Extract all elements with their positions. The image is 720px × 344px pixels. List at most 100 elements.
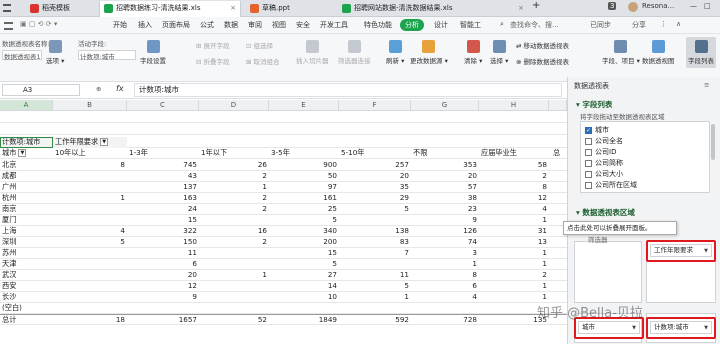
field-checkbox[interactable] xyxy=(585,137,592,145)
col-value-header[interactable]: 1年以下 xyxy=(199,148,269,159)
close-tab-icon[interactable]: × xyxy=(518,1,524,16)
col-header-g[interactable]: G xyxy=(411,100,479,111)
field-item[interactable]: ✓ 城市 xyxy=(585,125,609,135)
total-label-cell[interactable]: 总计 xyxy=(0,315,53,326)
tab-draft-ppt[interactable]: 草稿.ppt xyxy=(246,1,334,17)
count-cell[interactable]: 2 xyxy=(199,237,269,248)
count-cell[interactable]: 200 xyxy=(269,237,339,248)
count-cell[interactable] xyxy=(269,303,339,314)
sync-status[interactable]: 已同步 xyxy=(590,20,611,30)
count-cell[interactable]: 3 xyxy=(411,248,479,259)
count-cell[interactable]: 5 xyxy=(339,204,411,215)
pivot-data-row[interactable]: 杭州 1 163 2 161 29 38 12 xyxy=(0,193,567,204)
pivot-data-row[interactable]: 广州 137 1 97 35 57 8 xyxy=(0,182,567,193)
city-cell[interactable]: 上海 xyxy=(0,226,53,237)
share-button[interactable]: 分享 xyxy=(632,20,646,30)
menu-review[interactable]: 审阅 xyxy=(248,20,262,30)
menu-analyze[interactable]: 分析 xyxy=(400,19,424,31)
app-menu-icon[interactable] xyxy=(3,4,11,12)
menu-home[interactable]: 开始 xyxy=(113,20,127,30)
col-value-header[interactable]: 1-3年 xyxy=(127,148,199,159)
count-cell[interactable]: 163 xyxy=(127,193,199,204)
count-cell[interactable]: 1 xyxy=(479,215,549,226)
close-tab-icon[interactable]: × xyxy=(230,1,236,16)
select-button[interactable]: 选择 ▾ xyxy=(490,40,508,65)
count-cell[interactable]: 138 xyxy=(339,226,411,237)
count-cell[interactable]: 4 xyxy=(479,204,549,215)
count-cell[interactable]: 58 xyxy=(479,160,549,171)
col-value-header[interactable]: 3-5年 xyxy=(269,148,339,159)
count-cell[interactable]: 6 xyxy=(127,259,199,270)
count-cell[interactable]: 25 xyxy=(269,204,339,215)
count-cell[interactable]: 5 xyxy=(269,215,339,226)
col-value-header-more[interactable]: 总 xyxy=(551,148,567,159)
new-tab-icon[interactable]: + xyxy=(532,0,540,11)
count-cell[interactable] xyxy=(199,248,269,259)
count-cell[interactable]: 2 xyxy=(199,204,269,215)
count-cell[interactable]: 2 xyxy=(199,193,269,204)
count-cell[interactable]: 8 xyxy=(411,270,479,281)
tab-recruit-practice[interactable]: 招聘数据练习-清洗结果.xls × xyxy=(99,1,241,17)
count-cell[interactable]: 353 xyxy=(411,160,479,171)
total-cell[interactable]: 18 xyxy=(53,315,127,326)
menu-features[interactable]: 特色功能 xyxy=(364,20,392,30)
zoom-icon[interactable]: ⊕ xyxy=(96,85,101,93)
field-checkbox[interactable] xyxy=(585,159,592,167)
count-cell[interactable]: 1 xyxy=(479,248,549,259)
count-cell[interactable]: 83 xyxy=(339,237,411,248)
count-cell[interactable] xyxy=(53,171,127,182)
pivot-data-row[interactable]: 厦门 15 5 9 1 xyxy=(0,215,567,226)
count-cell[interactable]: 1 xyxy=(479,259,549,270)
menu-design[interactable]: 设计 xyxy=(434,20,448,30)
col-header-f[interactable]: F xyxy=(339,100,411,111)
spreadsheet-grid[interactable]: A B C D E F G H 计数项:城市 工作年限要求 ▼ 城市 ▼ 10年以上 1… xyxy=(0,100,567,344)
count-cell[interactable]: 4 xyxy=(411,292,479,303)
count-cell[interactable]: 15 xyxy=(127,215,199,226)
col-value-header[interactable]: 10年以上 xyxy=(53,148,127,159)
maximize-icon[interactable]: □ xyxy=(704,2,711,10)
pivot-data-row[interactable]: 长沙 9 10 1 4 1 xyxy=(0,292,567,303)
move-pivot-button[interactable]: ⇄ 移动数据透视表 xyxy=(516,40,569,50)
count-cell[interactable] xyxy=(53,182,127,193)
count-cell[interactable]: 23 xyxy=(411,204,479,215)
count-cell[interactable]: 4 xyxy=(53,226,127,237)
filter-connections-button[interactable]: 筛选器连接 xyxy=(338,40,371,65)
refresh-button[interactable]: 刷新 ▾ xyxy=(386,40,404,65)
count-cell[interactable]: 14 xyxy=(269,281,339,292)
field-checkbox[interactable] xyxy=(585,181,592,189)
row-field-header[interactable]: 城市 ▼ xyxy=(0,148,53,159)
count-cell[interactable]: 20 xyxy=(411,171,479,182)
count-cell[interactable]: 1 xyxy=(339,292,411,303)
count-cell[interactable]: 2 xyxy=(479,171,549,182)
col-header-a[interactable]: A xyxy=(0,100,53,111)
col-header-d[interactable]: D xyxy=(199,100,269,111)
field-list-section-title[interactable]: ▾ 字段列表 xyxy=(576,99,612,110)
field-list-scrollbar[interactable] xyxy=(711,124,715,160)
count-cell[interactable]: 20 xyxy=(339,171,411,182)
count-cell[interactable]: 26 xyxy=(199,160,269,171)
collapse-field-button[interactable]: ⊟ 折叠字段 xyxy=(196,56,230,66)
pivot-data-row[interactable]: 南京 24 2 25 5 23 4 xyxy=(0,204,567,215)
group-selection-button[interactable]: ⊡ 组选择 xyxy=(246,40,273,50)
pivot-name-input[interactable]: 数据透视表1 xyxy=(2,50,42,61)
total-cell[interactable]: 728 xyxy=(411,315,479,326)
field-item[interactable]: 公司ID xyxy=(585,147,616,157)
col-header-b[interactable]: B xyxy=(53,100,127,111)
count-cell[interactable]: 29 xyxy=(339,193,411,204)
count-cell[interactable]: 43 xyxy=(127,171,199,182)
total-cell[interactable]: 592 xyxy=(339,315,411,326)
field-item[interactable]: 公司所在区域 xyxy=(585,180,637,190)
name-box[interactable]: A3 xyxy=(2,84,80,96)
count-cell[interactable]: 31 xyxy=(479,226,549,237)
count-cell[interactable] xyxy=(199,215,269,226)
pivot-data-row[interactable]: 武汉 20 1 27 11 8 2 xyxy=(0,270,567,281)
count-cell[interactable]: 137 xyxy=(127,182,199,193)
count-cell[interactable] xyxy=(127,303,199,314)
empty-row[interactable] xyxy=(0,112,567,123)
count-cell[interactable]: 1 xyxy=(53,193,127,204)
field-item[interactable]: 公司大小 xyxy=(585,169,623,179)
field-settings-button[interactable]: 字段设置 xyxy=(140,40,166,65)
pivot-colhead-row[interactable]: 城市 ▼ 10年以上 1-3年 1年以下 3-5年 5-10年 不限 应届毕业生总 xyxy=(0,148,567,159)
formula-input[interactable]: 计数项:城市 xyxy=(134,83,562,97)
count-cell[interactable] xyxy=(53,303,127,314)
